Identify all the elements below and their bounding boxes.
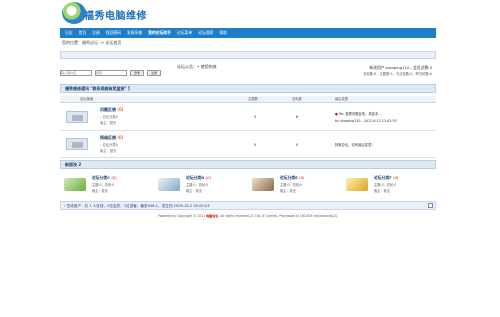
column-header: 论坛版面 主题数 总帖数 最后发表 <box>60 96 436 103</box>
online-status-text: › 在线用户 - 共 1 人在线，0位会员，1位游客，最多506人，发生在:20… <box>64 204 210 208</box>
nav-item[interactable]: 日志 <box>65 30 73 36</box>
info-bar: 登录 注册 论坛公告：• 使用的体 新进用户:xiaoping110，会员总数:… <box>60 60 436 82</box>
category-grid: 论坛分类C (0) 主题:0，总帖:0 版主：暂无 论坛分类D (0) 主题:0… <box>60 172 436 200</box>
money-icon <box>64 178 86 191</box>
logo-mark-icon <box>62 2 86 24</box>
col-last: 最后发表 <box>335 97 349 101</box>
section-header[interactable]: 福秀维修通讯 "联系网络有奖鉴赏" 】 <box>60 84 436 93</box>
forum-last-by: by xiaoping110 - 2012-6-12 11:03:55 <box>335 119 397 123</box>
forum-last-by: 特殊论坛，没有最后发表！ <box>335 143 375 147</box>
col-forum: 论坛版面 <box>80 97 94 101</box>
forum-thumb-icon <box>66 111 88 123</box>
coins-chart-icon <box>346 178 368 191</box>
site-name: 福秀电脑维修 <box>84 11 147 22</box>
logo[interactable]: 福秀电脑维修 <box>62 2 202 26</box>
forum-moderator: 版主：暂无 <box>100 149 117 153</box>
forum-topics: 5 <box>254 115 257 119</box>
password-input[interactable] <box>95 70 127 76</box>
forum-title[interactable]: 问题反馈 (0) <box>100 107 123 113</box>
forum-row[interactable]: 网络反馈 (0) › 论坛分类B 版主：暂无 0 0 特殊论坛，没有最后发表！ <box>60 132 436 158</box>
register-button[interactable]: 注册 <box>147 70 162 76</box>
breadcrumb: 您的位置：福秀论坛 -> 论坛首页 <box>62 40 122 45</box>
nav-item[interactable]: 帮助 <box>219 30 227 36</box>
top-nav: 日志 首页 注册 找回密码 发表风格 我的论坛助手 论坛菜单 论坛搜索 帮助 <box>60 28 436 38</box>
section-header[interactable]: 新版块 2 <box>60 160 436 169</box>
category-title[interactable]: 论坛分类F (0) <box>374 175 399 181</box>
last-post-icon: ● <box>335 112 338 116</box>
forum-row[interactable]: 问题反馈 (0) › 论坛分类A 版主：暂无 5 8 ● Re: 宽屏问题反馈，… <box>60 104 436 131</box>
footer-suffix: . All rights reserved.21 Call, 8 Queries… <box>218 214 338 218</box>
online-status-bar: › 在线用户 - 共 1 人在线，0位会员，1位游客，最多506人，发生在:20… <box>60 201 436 210</box>
footer-prefix: Powered by Copyright © 2011 <box>158 214 207 218</box>
nav-item[interactable]: 首页 <box>79 30 87 36</box>
footer: Powered by Copyright © 2011 电脑论坛. All ri… <box>60 213 436 218</box>
footer-brand-link[interactable]: 电脑论坛 <box>206 214 218 218</box>
category-stats: 主题:0，总帖:0 <box>186 183 209 187</box>
document-icon <box>158 178 180 191</box>
top-bar <box>60 51 436 59</box>
category-cell[interactable]: 论坛分类C (0) 主题:0，总帖:0 版主：暂无 <box>62 172 152 200</box>
announcement[interactable]: 论坛公告：• 使用的体 <box>177 64 217 70</box>
nav-item[interactable]: 我的论坛助手 <box>148 30 171 36</box>
category-title[interactable]: 论坛分类E (0) <box>280 175 305 181</box>
category-stats: 主题:0，总帖:0 <box>374 183 397 187</box>
forum-last-post[interactable]: ● Re: 宽屏问题反馈，求高手... <box>335 111 381 116</box>
col-posts: 总帖数 <box>292 97 302 101</box>
category-stats: 主题:0，总帖:0 <box>280 183 303 187</box>
forum-subforum[interactable]: › 论坛分类B <box>100 142 118 147</box>
category-moderator: 版主：暂无 <box>374 189 390 193</box>
nav-item[interactable]: 论坛搜索 <box>198 30 213 36</box>
category-cell[interactable]: 论坛分类E (0) 主题:0，总帖:0 版主：暂无 <box>250 172 340 200</box>
forum-posts: 0 <box>296 143 299 147</box>
handshake-icon <box>252 178 274 191</box>
forum-title[interactable]: 网络反馈 (0) <box>100 135 123 141</box>
forum-topics: 0 <box>254 143 257 147</box>
forum-thumb-icon <box>66 138 88 150</box>
category-title[interactable]: 论坛分类C (0) <box>92 175 117 181</box>
login-form: 登录 注册 <box>60 70 162 76</box>
nav-item[interactable]: 注册 <box>92 30 100 36</box>
category-title[interactable]: 论坛分类D (0) <box>186 175 211 181</box>
category-cell[interactable]: 论坛分类F (0) 主题:0，总帖:0 版主：暂无 <box>344 172 434 200</box>
toggle-icon[interactable] <box>428 203 433 208</box>
category-moderator: 版主：暂无 <box>186 189 202 193</box>
username-input[interactable] <box>60 70 92 76</box>
forum-moderator: 版主：暂无 <box>100 121 117 125</box>
category-moderator: 版主：暂无 <box>92 189 108 193</box>
category-cell[interactable]: 论坛分类D (0) 主题:0，总帖:0 版主：暂无 <box>156 172 246 200</box>
category-moderator: 版主：暂无 <box>280 189 296 193</box>
col-topics: 主题数 <box>248 97 258 101</box>
nav-item[interactable]: 发表风格 <box>127 30 142 36</box>
forum-subforum[interactable]: › 论坛分类A <box>100 114 118 119</box>
nav-item[interactable]: 论坛菜单 <box>177 30 192 36</box>
login-button[interactable]: 登录 <box>130 70 145 76</box>
forum-stats: 总帖数:8，主题数:5，今日帖数:0，昨日帖数:0 <box>363 72 432 76</box>
category-stats: 主题:0，总帖:0 <box>92 183 115 187</box>
forum-posts: 8 <box>296 115 299 119</box>
nav-item[interactable]: 找回密码 <box>106 30 121 36</box>
